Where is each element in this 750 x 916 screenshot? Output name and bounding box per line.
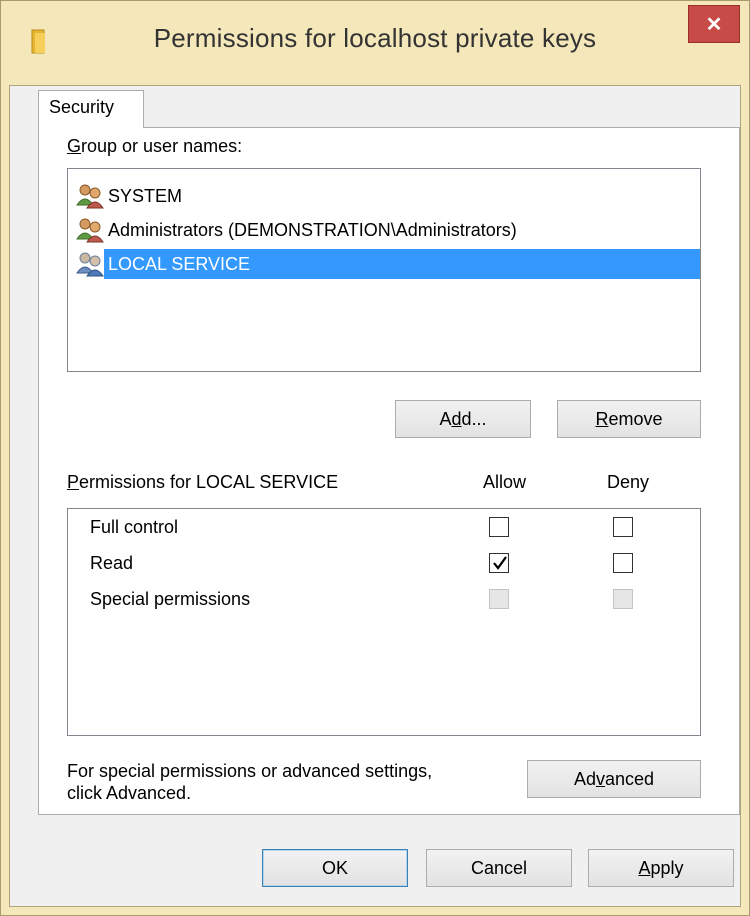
- apply-button[interactable]: Apply: [588, 849, 734, 887]
- deny-full-control-checkbox[interactable]: [613, 517, 633, 537]
- deny-header: Deny: [607, 472, 650, 492]
- users-icon: [76, 217, 106, 243]
- user-name: Administrators (DEMONSTRATION\Administra…: [108, 219, 517, 240]
- allow-header: Allow: [483, 472, 527, 492]
- permissions-for-label: Permissions for LOCAL SERVICE: [67, 472, 339, 492]
- deny-read-checkbox[interactable]: [613, 553, 633, 573]
- advanced-button[interactable]: Ad v anced: [527, 760, 701, 798]
- tab-security[interactable]: Security: [38, 90, 144, 128]
- window-title: Permissions for localhost private keys: [153, 23, 597, 53]
- permission-name: Read: [90, 553, 134, 573]
- remove-button[interactable]: Remove: [557, 400, 701, 438]
- users-icon: [76, 183, 106, 209]
- user-name: SYSTEM: [108, 185, 183, 206]
- allow-read-checkbox[interactable]: [489, 553, 509, 573]
- close-button[interactable]: ✕: [688, 5, 740, 43]
- list-item[interactable]: Administrators (DEMONSTRATION\Administra…: [76, 215, 519, 245]
- permissions-list: Full control Read Special permissions: [67, 508, 701, 736]
- add-button[interactable]: Ad d...: [395, 400, 531, 438]
- title-bar[interactable]: Permissions for localhost private keys ✕: [1, 1, 749, 85]
- tab-security-label: Security: [49, 97, 115, 117]
- users-icon: [76, 251, 106, 277]
- permissions-dialog: Permissions for localhost private keys ✕…: [0, 0, 750, 916]
- list-item-selected[interactable]: LOCAL SERVICE: [76, 249, 253, 279]
- permission-name: Full control: [90, 517, 179, 537]
- group-user-list[interactable]: SYSTEM Administrators (DEMONSTRATION\Adm…: [67, 168, 701, 372]
- security-tab-panel: Group or user names: SYSTEM Administrato…: [38, 127, 740, 815]
- cancel-button[interactable]: Cancel: [426, 849, 572, 887]
- checkmark-icon: [493, 556, 507, 570]
- group-users-label: Group or user names:: [67, 136, 243, 156]
- ok-button[interactable]: OK: [262, 849, 408, 887]
- list-item[interactable]: SYSTEM: [76, 181, 184, 211]
- allow-full-control-checkbox[interactable]: [489, 517, 509, 537]
- deny-special-checkbox: [613, 589, 633, 609]
- advanced-note: For special permissions or advanced sett…: [67, 761, 433, 803]
- user-name: LOCAL SERVICE: [106, 253, 253, 275]
- allow-special-checkbox: [489, 589, 509, 609]
- dialog-client-area: Security Group or user names: SYSTEM Adm…: [9, 85, 741, 907]
- close-icon: ✕: [705, 13, 723, 36]
- permission-name: Special permissions: [90, 589, 251, 609]
